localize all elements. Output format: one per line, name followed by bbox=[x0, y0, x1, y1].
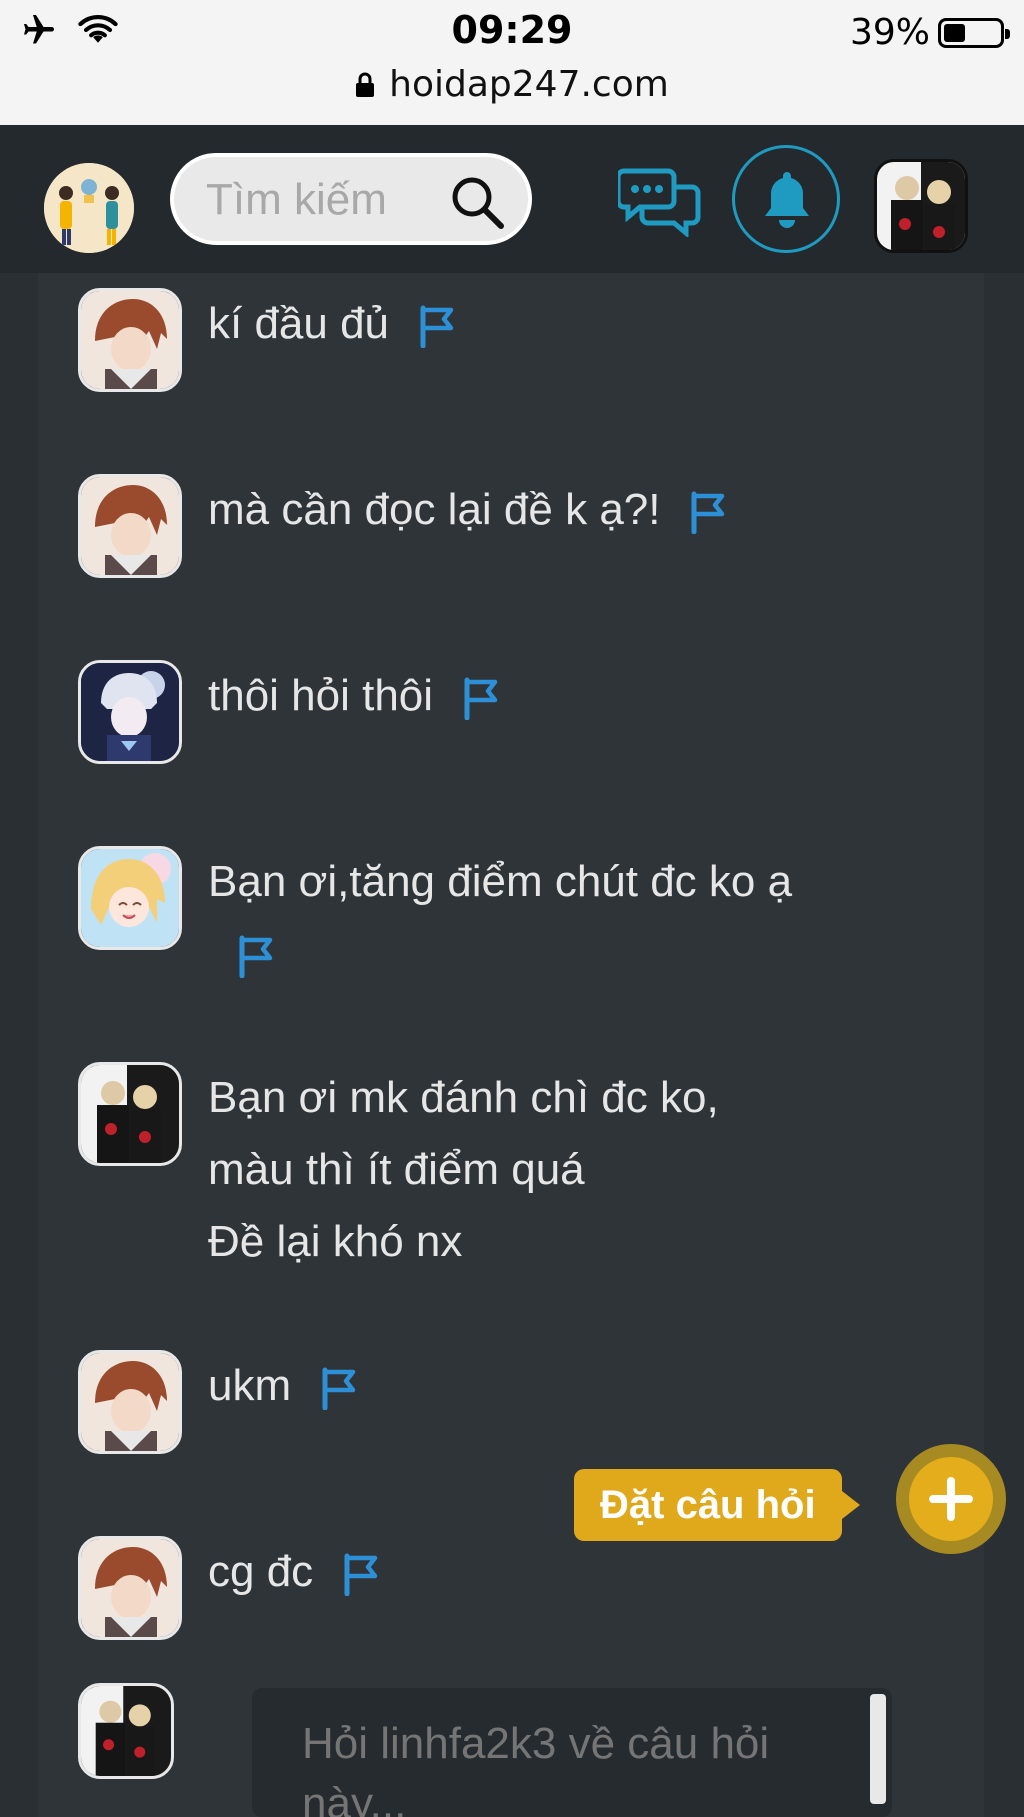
avatar-redhair-icon bbox=[81, 1353, 179, 1451]
status-bar: 09:29 39% hoidap247.com bbox=[0, 0, 1024, 125]
comment-item: thôi hỏi thôi bbox=[78, 660, 898, 764]
avatar-anime-boy-icon bbox=[81, 663, 179, 761]
ask-question-label[interactable]: Đặt câu hỏi bbox=[574, 1469, 860, 1541]
logo-illustration-icon bbox=[44, 163, 134, 253]
report-flag-icon[interactable] bbox=[415, 304, 457, 349]
ask-question-button[interactable] bbox=[896, 1444, 1006, 1554]
status-right: 39% bbox=[849, 12, 1010, 53]
avatar-redhair-icon bbox=[81, 477, 179, 575]
avatar[interactable] bbox=[78, 1683, 174, 1779]
avatar-blonde-girl-icon bbox=[81, 849, 179, 947]
search-input[interactable] bbox=[204, 169, 438, 231]
comment-item: mà cần đọc lại đề k ạ?! bbox=[78, 474, 898, 578]
avatar[interactable] bbox=[78, 1350, 182, 1454]
comment-text-line: Bạn ơi mk đánh chì đc ko, bbox=[208, 1073, 719, 1122]
avatar-akatsuki-icon bbox=[81, 1686, 171, 1776]
avatar[interactable] bbox=[78, 1536, 182, 1640]
lock-icon bbox=[356, 72, 375, 97]
avatar[interactable] bbox=[78, 1062, 182, 1166]
comment-text: thôi hỏi thôi bbox=[208, 671, 434, 720]
chat-icon[interactable] bbox=[618, 167, 702, 237]
comment-text: cg đc bbox=[208, 1547, 314, 1596]
report-flag-icon[interactable] bbox=[459, 676, 501, 721]
reply-input[interactable] bbox=[252, 1688, 872, 1817]
comment-body: cg đc bbox=[208, 1536, 898, 1640]
battery-fill bbox=[944, 23, 966, 42]
comment-text: Bạn ơi,tăng điểm chút đc ko ạ bbox=[208, 857, 793, 906]
search-icon[interactable] bbox=[448, 173, 506, 231]
user-avatar[interactable] bbox=[874, 159, 968, 253]
avatar-redhair-icon bbox=[81, 1539, 179, 1637]
battery-icon bbox=[938, 17, 1010, 48]
comment-text-line: màu thì ít điểm quá bbox=[208, 1145, 585, 1194]
comment-item: ukm bbox=[78, 1350, 898, 1454]
bell-icon bbox=[765, 172, 809, 228]
comment-text: mà cần đọc lại đề k ạ?! bbox=[208, 485, 661, 534]
comment-text: ukm bbox=[208, 1361, 292, 1410]
comment-body: thôi hỏi thôi bbox=[208, 660, 898, 764]
avatar-akatsuki-icon bbox=[877, 162, 965, 250]
comment-item: cg đc bbox=[78, 1536, 898, 1640]
avatar[interactable] bbox=[78, 474, 182, 578]
comment-item: kí đầu đủ bbox=[78, 288, 898, 392]
comment-text: kí đầu đủ bbox=[208, 299, 390, 348]
comment-body: kí đầu đủ bbox=[208, 288, 898, 392]
url-bar[interactable]: hoidap247.com bbox=[0, 64, 1024, 105]
reply-box[interactable] bbox=[252, 1688, 892, 1817]
avatar[interactable] bbox=[78, 288, 182, 392]
notification-button[interactable] bbox=[732, 145, 840, 253]
plus-icon bbox=[929, 1477, 973, 1521]
avatar-akatsuki-icon bbox=[81, 1065, 179, 1163]
comment-text-line: Đề lại khó nx bbox=[208, 1217, 463, 1266]
comment-body: Bạn ơi mk đánh chì đc ko, màu thì ít điể… bbox=[208, 1062, 898, 1278]
comment-item: Bạn ơi,tăng điểm chút đc ko ạ bbox=[78, 846, 898, 990]
comment-body: ukm bbox=[208, 1350, 898, 1454]
site-header bbox=[0, 125, 1024, 273]
avatar-redhair-icon bbox=[81, 291, 179, 389]
comment-body: mà cần đọc lại đề k ạ?! bbox=[208, 474, 898, 578]
battery-percent: 39% bbox=[849, 12, 930, 53]
report-flag-icon[interactable] bbox=[234, 934, 276, 979]
report-flag-icon[interactable] bbox=[339, 1552, 381, 1597]
avatar[interactable] bbox=[78, 846, 182, 950]
report-flag-icon[interactable] bbox=[317, 1366, 359, 1411]
search-box[interactable] bbox=[170, 153, 532, 245]
comment-item: Bạn ơi mk đánh chì đc ko, màu thì ít điể… bbox=[78, 1062, 898, 1278]
site-logo[interactable] bbox=[44, 163, 134, 253]
comment-body: Bạn ơi,tăng điểm chút đc ko ạ bbox=[208, 846, 898, 990]
reply-scrollbar[interactable] bbox=[870, 1694, 886, 1804]
avatar[interactable] bbox=[78, 660, 182, 764]
url-text: hoidap247.com bbox=[389, 64, 669, 105]
report-flag-icon[interactable] bbox=[686, 490, 728, 535]
reply-composer bbox=[78, 1683, 174, 1779]
fab-core bbox=[909, 1457, 993, 1541]
